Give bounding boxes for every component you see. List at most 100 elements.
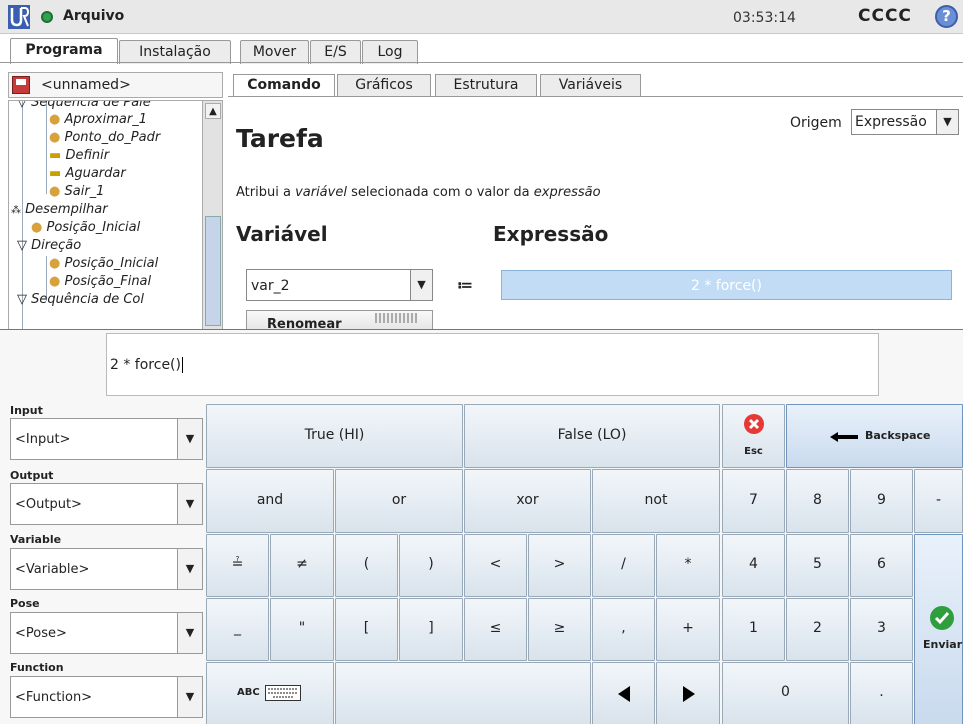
xor-key[interactable]: xor (464, 469, 591, 533)
key-0[interactable]: 0 (722, 662, 849, 724)
less-than-key[interactable]: < (464, 534, 527, 597)
and-key[interactable]: and (206, 469, 334, 533)
chevron-down-icon[interactable]: ▼ (177, 419, 202, 459)
key-7[interactable]: 7 (722, 469, 785, 533)
program-header[interactable]: <unnamed> (8, 72, 223, 98)
help-icon[interactable]: ? (935, 5, 958, 28)
tree-item[interactable]: ▽ Direção (17, 238, 81, 253)
left-bracket-key[interactable]: [ (335, 598, 398, 661)
file-menu[interactable]: Arquivo (63, 8, 124, 24)
expression-value: 2 * force() (691, 278, 762, 294)
or-key[interactable]: or (335, 469, 463, 533)
false-key[interactable]: False (LO) (464, 404, 720, 468)
tree-item[interactable]: ● Posição_Inicial (31, 220, 140, 235)
input-select-value: <Input> (15, 432, 71, 447)
tab-es[interactable]: E/S (310, 40, 361, 64)
chevron-down-icon[interactable]: ▼ (177, 549, 202, 589)
output-select[interactable]: <Output> ▼ (10, 483, 203, 525)
plus-key[interactable]: + (656, 598, 720, 661)
key-1[interactable]: 1 (722, 598, 785, 661)
variable-select[interactable]: var_2 ▼ (246, 269, 433, 301)
save-icon[interactable] (12, 76, 30, 94)
not-key[interactable]: not (592, 469, 720, 533)
scroll-up-icon[interactable]: ▲ (205, 103, 221, 119)
function-select-value: <Function> (15, 690, 93, 705)
greater-equal-key[interactable]: ≥ (528, 598, 591, 661)
submit-key[interactable]: Enviar (914, 534, 963, 724)
page-title: Tarefa (236, 124, 324, 153)
left-paren-key[interactable]: ( (335, 534, 398, 597)
pose-select[interactable]: <Pose> ▼ (10, 612, 203, 654)
robot-name: CCCC (858, 6, 912, 26)
robot-status-icon[interactable] (41, 11, 53, 23)
key-2[interactable]: 2 (786, 598, 849, 661)
program-tree[interactable]: ▽ Sequência de Palé ● Aproximar_1 ● Pont… (8, 100, 223, 331)
dot-key[interactable]: . (850, 662, 913, 724)
chevron-down-icon[interactable]: ▼ (936, 110, 958, 134)
key-5[interactable]: 5 (786, 534, 849, 597)
tab-programa[interactable]: Programa (10, 38, 118, 64)
greater-than-key[interactable]: > (528, 534, 591, 597)
abc-keyboard-key[interactable]: ABC (206, 662, 334, 724)
backspace-key[interactable]: Backspace (786, 404, 963, 468)
key-6[interactable]: 6 (850, 534, 913, 597)
arrow-left-icon (618, 686, 630, 702)
tab-instalacao[interactable]: Instalação (119, 40, 231, 64)
space-key[interactable] (335, 662, 591, 724)
expression-keyboard: 2 * force() Input <Input> ▼ Output <Outp… (0, 329, 963, 724)
not-equals-key[interactable]: ≠ (270, 534, 334, 597)
tab-variaveis[interactable]: Variáveis (540, 74, 641, 97)
key-8[interactable]: 8 (786, 469, 849, 533)
tab-comando[interactable]: Comando (233, 74, 335, 97)
tree-item[interactable]: ▽ Sequência de Col (17, 292, 144, 307)
divide-key[interactable]: / (592, 534, 655, 597)
equals-key[interactable]: ≟ (206, 534, 269, 597)
tree-item[interactable]: ▬ Definir (49, 148, 109, 163)
cursor-right-key[interactable] (656, 662, 720, 724)
comma-key[interactable]: , (592, 598, 655, 661)
less-equal-key[interactable]: ≤ (464, 598, 527, 661)
variable-select-kbd[interactable]: <Variable> ▼ (10, 548, 203, 590)
input-select[interactable]: <Input> ▼ (10, 418, 203, 460)
tree-scrollbar[interactable]: ▲ (202, 101, 222, 330)
tree-item[interactable]: ▽ Sequência de Palé (17, 101, 151, 110)
key-4[interactable]: 4 (722, 534, 785, 597)
tree-item[interactable]: ● Posição_Final (49, 274, 151, 289)
tree-item[interactable]: ● Ponto_do_Padr (49, 130, 160, 145)
right-paren-key[interactable]: ) (399, 534, 463, 597)
tab-estrutura[interactable]: Estrutura (435, 74, 537, 97)
chevron-down-icon[interactable]: ▼ (177, 484, 202, 524)
output-select-value: <Output> (15, 497, 82, 512)
right-bracket-key[interactable]: ] (399, 598, 463, 661)
tree-item[interactable]: ● Sair_1 (49, 184, 104, 199)
minus-key[interactable]: - (914, 469, 963, 533)
true-key[interactable]: True (HI) (206, 404, 463, 468)
chevron-down-icon[interactable]: ▼ (177, 677, 202, 717)
clock: 03:53:14 (733, 10, 796, 26)
chevron-down-icon[interactable]: ▼ (177, 613, 202, 653)
expression-field[interactable]: 2 * force() (501, 270, 952, 300)
esc-key[interactable]: Esc (722, 404, 785, 468)
expression-input[interactable]: 2 * force() (106, 333, 879, 396)
tab-log[interactable]: Log (362, 40, 418, 64)
origin-select[interactable]: Expressão ▼ (851, 109, 959, 135)
cursor-left-key[interactable] (592, 662, 655, 724)
ur-logo-icon (8, 5, 30, 29)
function-select[interactable]: <Function> ▼ (10, 676, 203, 718)
chevron-down-icon[interactable]: ▼ (410, 270, 432, 300)
checkmark-icon (930, 606, 954, 630)
underscore-key[interactable]: _ (206, 598, 269, 661)
tree-item[interactable]: ▬ Aguardar (49, 166, 126, 181)
key-3[interactable]: 3 (850, 598, 913, 661)
tree-item[interactable]: ● Aproximar_1 (49, 112, 147, 127)
tree-item[interactable]: ⁂ Desempilhar (11, 202, 108, 217)
pose-label: Pose (10, 597, 40, 610)
scroll-thumb[interactable] (205, 216, 221, 326)
close-icon (744, 414, 764, 434)
tab-mover[interactable]: Mover (240, 40, 309, 64)
tree-item[interactable]: ● Posição_Inicial (49, 256, 158, 271)
key-9[interactable]: 9 (850, 469, 913, 533)
tab-graficos[interactable]: Gráficos (337, 74, 431, 97)
quote-key[interactable]: " (270, 598, 334, 661)
multiply-key[interactable]: * (656, 534, 720, 597)
